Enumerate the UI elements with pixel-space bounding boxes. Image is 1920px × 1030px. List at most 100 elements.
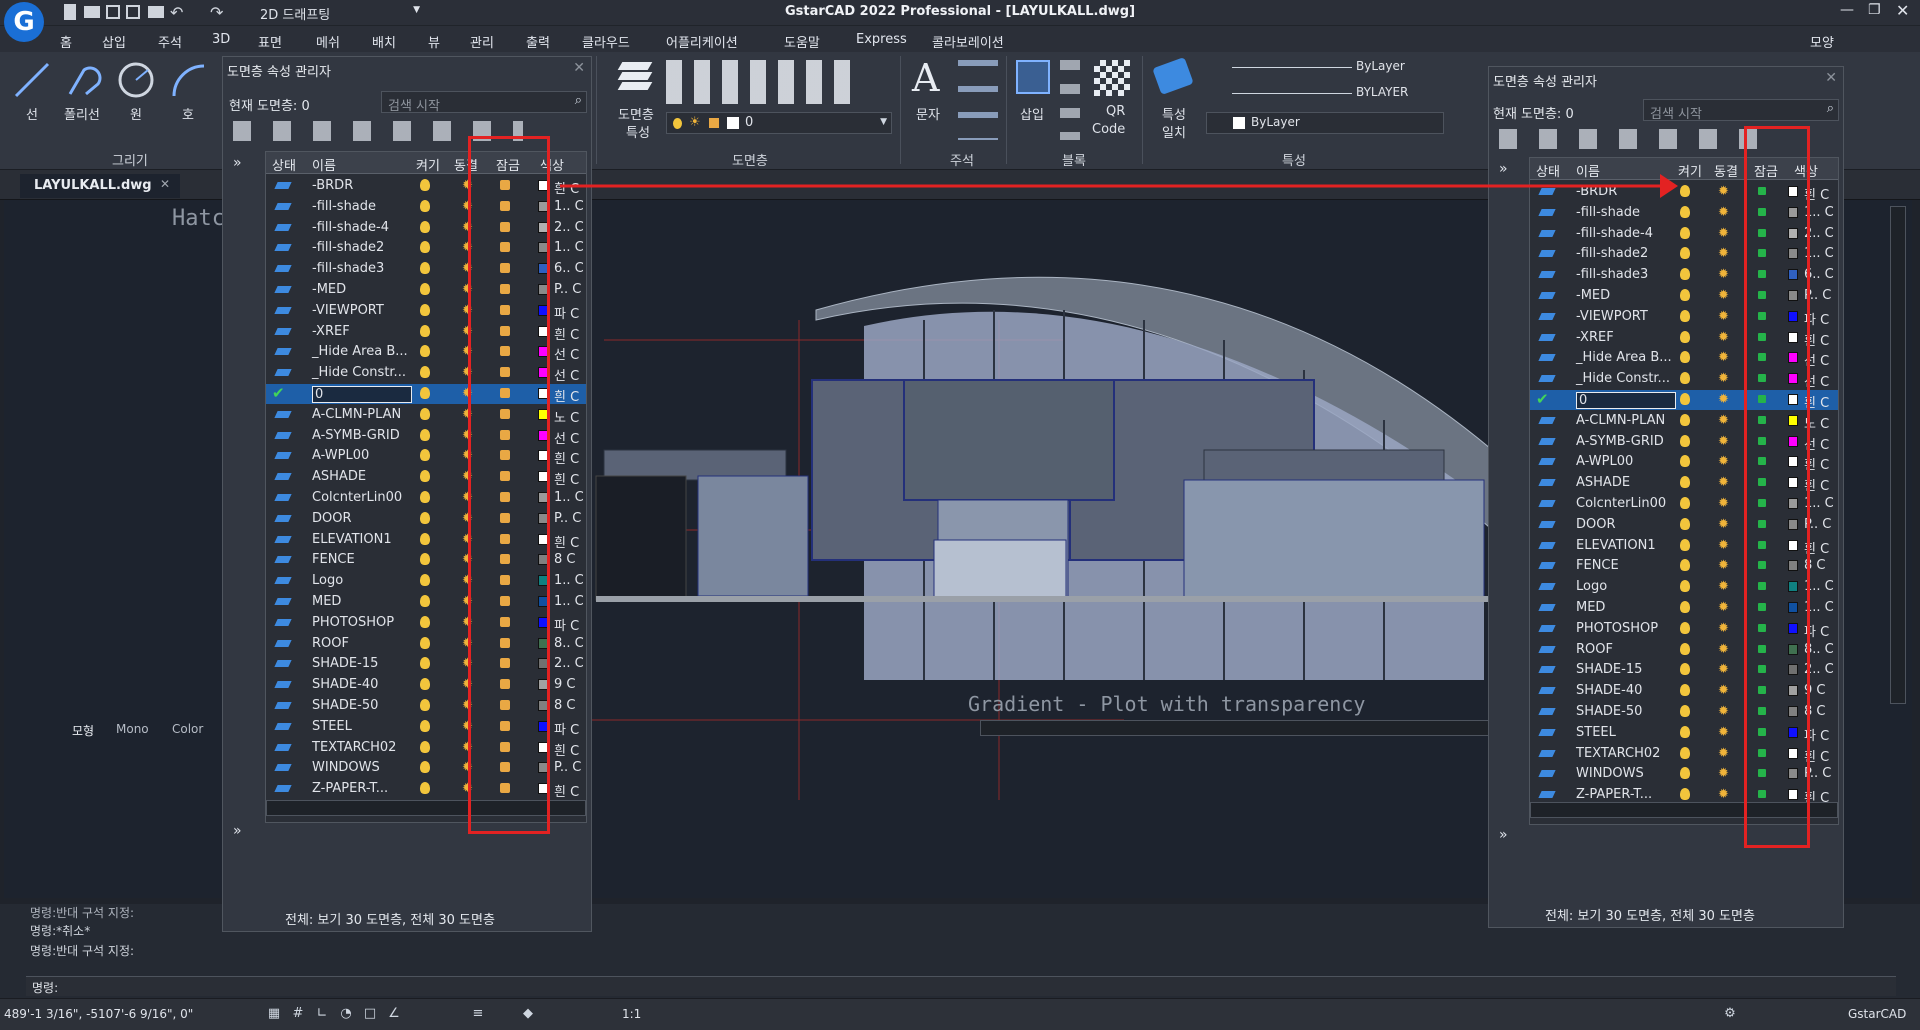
sun-icon[interactable]: ✹: [1718, 788, 1731, 801]
bulb-icon[interactable]: [420, 387, 430, 399]
layer-tools-icons[interactable]: [666, 60, 856, 104]
bulb-icon[interactable]: [420, 324, 430, 337]
sun-icon[interactable]: ✹: [1718, 601, 1731, 614]
layer-name[interactable]: -XREF: [312, 324, 350, 339]
sun-icon[interactable]: ✹: [1718, 684, 1731, 697]
bulb-icon[interactable]: [420, 449, 430, 462]
expand-icon[interactable]: »: [1499, 827, 1508, 843]
layer-name[interactable]: DOOR: [1576, 517, 1616, 532]
bulb-icon[interactable]: [1680, 642, 1690, 655]
menu-view[interactable]: 뷰: [428, 32, 440, 51]
layer-name[interactable]: -fill-shade2: [312, 240, 384, 255]
bulb-icon[interactable]: [1680, 601, 1690, 613]
bulb-icon[interactable]: [1680, 538, 1690, 551]
bulb-icon[interactable]: [420, 262, 430, 275]
bulb-icon[interactable]: [1680, 247, 1690, 260]
bulb-icon[interactable]: [1680, 205, 1690, 218]
layer-name[interactable]: FENCE: [1576, 558, 1619, 573]
menu-application[interactable]: 어플리케이션: [666, 32, 738, 51]
bulb-icon[interactable]: [420, 719, 430, 732]
sun-icon[interactable]: ✹: [1718, 289, 1731, 302]
osnap-icon[interactable]: □: [362, 1006, 378, 1022]
sun-icon[interactable]: ✹: [1718, 663, 1731, 676]
sun-icon[interactable]: ✹: [1718, 476, 1731, 489]
bulb-icon[interactable]: [1680, 434, 1690, 447]
layer-properties-icon[interactable]: [616, 58, 656, 92]
circle-icon[interactable]: [116, 60, 156, 100]
layer-name[interactable]: A-SYMB-GRID: [312, 428, 400, 443]
lineweight-icon[interactable]: ≡: [470, 1006, 486, 1022]
bulb-icon[interactable]: [1680, 268, 1690, 281]
sun-icon[interactable]: ✹: [1718, 227, 1731, 240]
col-on[interactable]: 켜기: [1678, 161, 1702, 180]
sun-icon[interactable]: ✹: [1718, 705, 1731, 718]
bulb-icon[interactable]: [1680, 580, 1690, 593]
linetype-dropdown[interactable]: BYLAYER: [1206, 84, 1444, 104]
sun-icon[interactable]: ✹: [1718, 539, 1731, 552]
bulb-icon[interactable]: [420, 283, 430, 295]
command-input[interactable]: 명령:: [26, 976, 1896, 996]
layer-search-input[interactable]: 검색 시작 ⌕: [1643, 99, 1839, 122]
bulb-icon[interactable]: [1680, 226, 1690, 239]
qr-code-icon[interactable]: [1094, 60, 1130, 96]
layer-name[interactable]: SHADE-15: [1576, 662, 1642, 677]
layer-name[interactable]: _Hide Constr...: [1576, 371, 1670, 386]
close-icon[interactable]: ✕: [1896, 1, 1909, 20]
polyline-icon[interactable]: [64, 60, 104, 100]
bulb-icon[interactable]: [1680, 725, 1690, 738]
bulb-icon[interactable]: [1680, 788, 1690, 801]
block-tools-icons[interactable]: [1060, 60, 1080, 140]
layer-name[interactable]: _Hide Area B...: [312, 344, 408, 359]
layer-name[interactable]: SHADE-15: [312, 656, 378, 671]
snap-icon[interactable]: #: [290, 1006, 306, 1022]
menu-surface[interactable]: 표면: [258, 32, 282, 51]
sun-icon[interactable]: ✹: [1718, 393, 1731, 406]
layer-name[interactable]: ELEVATION1: [312, 532, 392, 547]
bulb-icon[interactable]: [1680, 705, 1690, 717]
layer-name[interactable]: MED: [1576, 600, 1605, 615]
bulb-icon[interactable]: [420, 595, 430, 607]
layer-name[interactable]: Logo: [1576, 579, 1607, 594]
annotation-tools-icons[interactable]: [958, 60, 998, 140]
menu-mesh[interactable]: 메쉬: [316, 32, 340, 51]
sun-icon[interactable]: ✹: [1718, 268, 1731, 281]
bulb-icon[interactable]: [1680, 393, 1690, 405]
layer-name[interactable]: SHADE-50: [1576, 704, 1642, 719]
lineweight-dropdown[interactable]: ByLayer: [1206, 112, 1444, 134]
layer-name[interactable]: PHOTOSHOP: [312, 615, 394, 630]
bulb-icon[interactable]: [1680, 351, 1690, 364]
menu-annotate[interactable]: 주석: [158, 32, 182, 51]
layer-name[interactable]: A-WPL00: [312, 448, 369, 463]
sun-icon[interactable]: ✹: [1718, 414, 1731, 427]
layer-name[interactable]: SHADE-40: [1576, 683, 1642, 698]
bulb-icon[interactable]: [1680, 767, 1690, 780]
layer-name[interactable]: ASHADE: [312, 469, 366, 484]
layer-toolbar-icons[interactable]: [1499, 129, 1769, 149]
canvas-horizontal-scrollbar[interactable]: [980, 720, 1548, 736]
otrack-icon[interactable]: ∠: [386, 1006, 402, 1022]
bulb-icon[interactable]: [1680, 746, 1690, 759]
bulb-icon[interactable]: [420, 636, 430, 649]
layer-name[interactable]: _Hide Area B...: [1576, 350, 1672, 365]
bulb-icon[interactable]: [420, 303, 430, 316]
layer-name[interactable]: ELEVATION1: [1576, 538, 1656, 553]
sun-icon[interactable]: ✹: [1718, 580, 1731, 593]
menu-layout[interactable]: 배치: [372, 32, 396, 51]
sun-icon[interactable]: ✹: [1718, 455, 1731, 468]
color-dropdown[interactable]: ByLayer: [1206, 58, 1444, 78]
sun-icon[interactable]: ✹: [1718, 331, 1731, 344]
layer-name[interactable]: A-CLMN-PLAN: [312, 407, 401, 422]
bulb-icon[interactable]: [1680, 372, 1690, 385]
sun-icon[interactable]: ✹: [1718, 206, 1731, 219]
layer-name[interactable]: ROOF: [312, 636, 349, 651]
layer-name[interactable]: MED: [312, 594, 341, 609]
layer-name[interactable]: WINDOWS: [1576, 766, 1644, 781]
arc-icon[interactable]: [168, 60, 208, 100]
layer-name[interactable]: _Hide Constr...: [312, 365, 406, 380]
bulb-icon[interactable]: [420, 657, 430, 670]
expand-icon[interactable]: »: [233, 823, 242, 839]
bulb-icon[interactable]: [1680, 185, 1690, 197]
sun-icon[interactable]: ✹: [1718, 643, 1731, 656]
bulb-icon[interactable]: [1680, 476, 1690, 489]
bulb-icon[interactable]: [420, 574, 430, 587]
